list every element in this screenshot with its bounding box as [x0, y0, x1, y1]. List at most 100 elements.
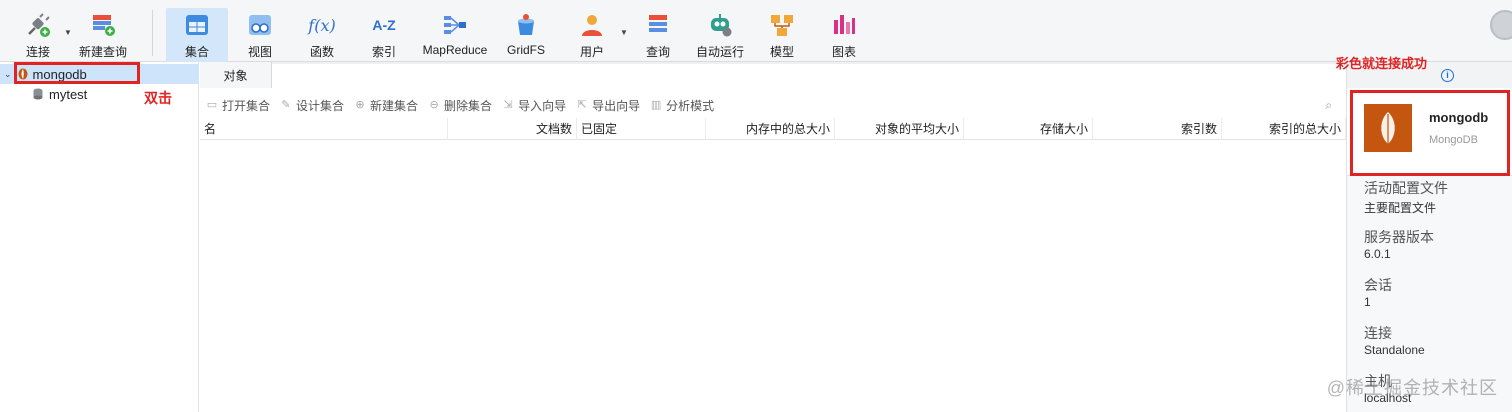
new-query-button[interactable]: 新建查询	[76, 8, 130, 62]
user-dropdown-icon[interactable]: ▼	[620, 28, 628, 37]
navicat-window: 连接 ▼ 新建查询 集合 视图 f(x) 函数 A-Z 索引 MapReduce…	[0, 0, 1512, 412]
connection-label: 连接	[1364, 325, 1392, 341]
active-profile-label: 活动配置文件	[1364, 180, 1448, 196]
collapse-arrow-icon[interactable]: ⌄	[4, 69, 12, 80]
gridfs-button[interactable]: GridFS	[504, 8, 548, 62]
design-collection-label: 设计集合	[296, 98, 345, 113]
column-index-size[interactable]: 索引的总大小	[1222, 118, 1346, 140]
import-wizard-button[interactable]: ⇲ 导入向导	[502, 97, 566, 114]
query-icon	[644, 11, 672, 39]
column-capped[interactable]: 已固定	[577, 118, 706, 140]
user-button[interactable]: 用户	[570, 8, 614, 62]
double-click-annotation: 双击	[144, 90, 172, 106]
automation-button[interactable]: 自动运行	[692, 8, 748, 62]
function-label: 函数	[309, 45, 334, 59]
open-collection-label: 打开集合	[222, 98, 271, 113]
gridfs-label: GridFS	[506, 43, 545, 57]
minus-circle-icon: ⊖	[429, 99, 439, 111]
connect-dropdown-icon[interactable]: ▼	[64, 28, 72, 37]
connected-annotation: 彩色就连接成功	[1336, 56, 1428, 71]
collection-table-header: 名 文档数 已固定 内存中的总大小 对象的平均大小 存储大小 索引数 索引的总大…	[200, 118, 1346, 140]
plug-icon	[24, 11, 52, 39]
collection-label: 集合	[184, 45, 209, 59]
delete-collection-label: 删除集合	[444, 98, 493, 113]
connect-label: 连接	[25, 45, 50, 59]
user-icon	[578, 11, 606, 39]
mapreduce-icon	[441, 11, 469, 39]
index-label: 索引	[371, 45, 396, 59]
chart-icon	[830, 11, 858, 39]
server-version-label: 服务器版本	[1364, 229, 1434, 245]
column-name[interactable]: 名	[200, 118, 448, 140]
column-storage-size[interactable]: 存储大小	[964, 118, 1093, 140]
info-icon[interactable]: i	[1441, 69, 1454, 82]
connect-button[interactable]: 连接	[14, 8, 62, 62]
column-memory-size[interactable]: 内存中的总大小	[706, 118, 835, 140]
export-wizard-label: 导出向导	[592, 98, 641, 113]
object-tabbar: 对象	[200, 62, 1346, 88]
folder-icon: ▭	[206, 99, 218, 111]
tab-strip-empty	[272, 64, 1346, 88]
export-icon: ⇱	[577, 99, 587, 111]
new-query-label: 新建查询	[78, 45, 127, 59]
annotation-highlight-box	[14, 62, 140, 84]
view-label: 视图	[247, 45, 272, 59]
connection-tree: ⌄ mongodb mytest 双击	[0, 62, 199, 412]
server-version-value: 6.0.1	[1364, 247, 1391, 261]
collection-table-body[interactable]	[200, 141, 1346, 412]
robot-icon	[706, 11, 734, 39]
new-collection-button[interactable]: ⊕ 新建集合	[354, 97, 418, 114]
user-label: 用户	[579, 45, 604, 59]
analyze-mode-button[interactable]: ▥ 分析模式	[650, 97, 714, 114]
sessions-label: 会话	[1364, 277, 1392, 293]
view-icon	[246, 11, 274, 39]
open-collection-button[interactable]: ▭ 打开集合	[206, 97, 270, 114]
export-wizard-button[interactable]: ⇱ 导出向导	[576, 97, 640, 114]
design-collection-button[interactable]: ✎ 设计集合	[280, 97, 344, 114]
column-index-count[interactable]: 索引数	[1093, 118, 1222, 140]
sessions-value: 1	[1364, 295, 1371, 309]
column-doc-count[interactable]: 文档数	[448, 118, 577, 140]
user-avatar[interactable]	[1490, 10, 1512, 40]
delete-collection-button[interactable]: ⊖ 删除集合	[428, 97, 492, 114]
watermark: @稀土掘金技术社区	[1326, 378, 1498, 398]
import-icon: ⇲	[503, 99, 513, 111]
collection-icon	[183, 11, 211, 39]
index-button[interactable]: A-Z 索引	[362, 8, 406, 62]
view-button[interactable]: 视图	[238, 8, 282, 62]
tree-label-mytest: mytest	[49, 86, 88, 102]
mapreduce-button[interactable]: MapReduce	[418, 8, 492, 62]
pencil-icon: ✎	[281, 99, 291, 111]
column-avg-object-size[interactable]: 对象的平均大小	[835, 118, 964, 140]
model-icon	[768, 11, 796, 39]
plus-circle-icon: ⊕	[355, 99, 365, 111]
index-icon: A-Z	[372, 17, 396, 33]
automation-label: 自动运行	[695, 45, 744, 59]
new-collection-label: 新建集合	[370, 98, 419, 113]
new-query-icon	[89, 11, 117, 39]
main-toolbar: 连接 ▼ 新建查询 集合 视图 f(x) 函数 A-Z 索引 MapReduce…	[0, 0, 1512, 62]
chart-label: 图表	[831, 45, 856, 59]
function-icon: f(x)	[308, 15, 336, 35]
model-label: 模型	[769, 45, 794, 59]
query-label: 查询	[645, 45, 670, 59]
chart-button[interactable]: 图表	[822, 8, 866, 62]
query-button[interactable]: 查询	[636, 8, 680, 62]
annotation-highlight-box	[1350, 90, 1510, 176]
import-wizard-label: 导入向导	[518, 98, 567, 113]
mapreduce-label: MapReduce	[422, 43, 488, 57]
bar-chart-icon: ▥	[650, 99, 662, 111]
active-profile-value: 主要配置文件	[1364, 201, 1437, 215]
object-actions: ▭ 打开集合 ✎ 设计集合 ⊕ 新建集合 ⊖ 删除集合 ⇲ 导入向导 ⇱ 导出向导 ▥ 分析模…	[200, 94, 1346, 116]
tab-objects[interactable]: 对象	[200, 62, 272, 88]
model-button[interactable]: 模型	[760, 8, 804, 62]
analyze-mode-label: 分析模式	[666, 98, 715, 113]
connection-value: Standalone	[1364, 343, 1425, 357]
toolbar-divider	[152, 10, 153, 56]
gridfs-icon	[512, 11, 540, 39]
tree-item-mytest[interactable]: mytest	[0, 84, 87, 104]
object-info-panel: i mongodb MongoDB 活动配置文件 主要配置文件 服务器版本 6.…	[1346, 62, 1512, 412]
search-icon[interactable]: ⌕	[1325, 98, 1332, 113]
function-button[interactable]: f(x) 函数	[300, 8, 344, 62]
collection-button[interactable]: 集合	[166, 8, 228, 62]
